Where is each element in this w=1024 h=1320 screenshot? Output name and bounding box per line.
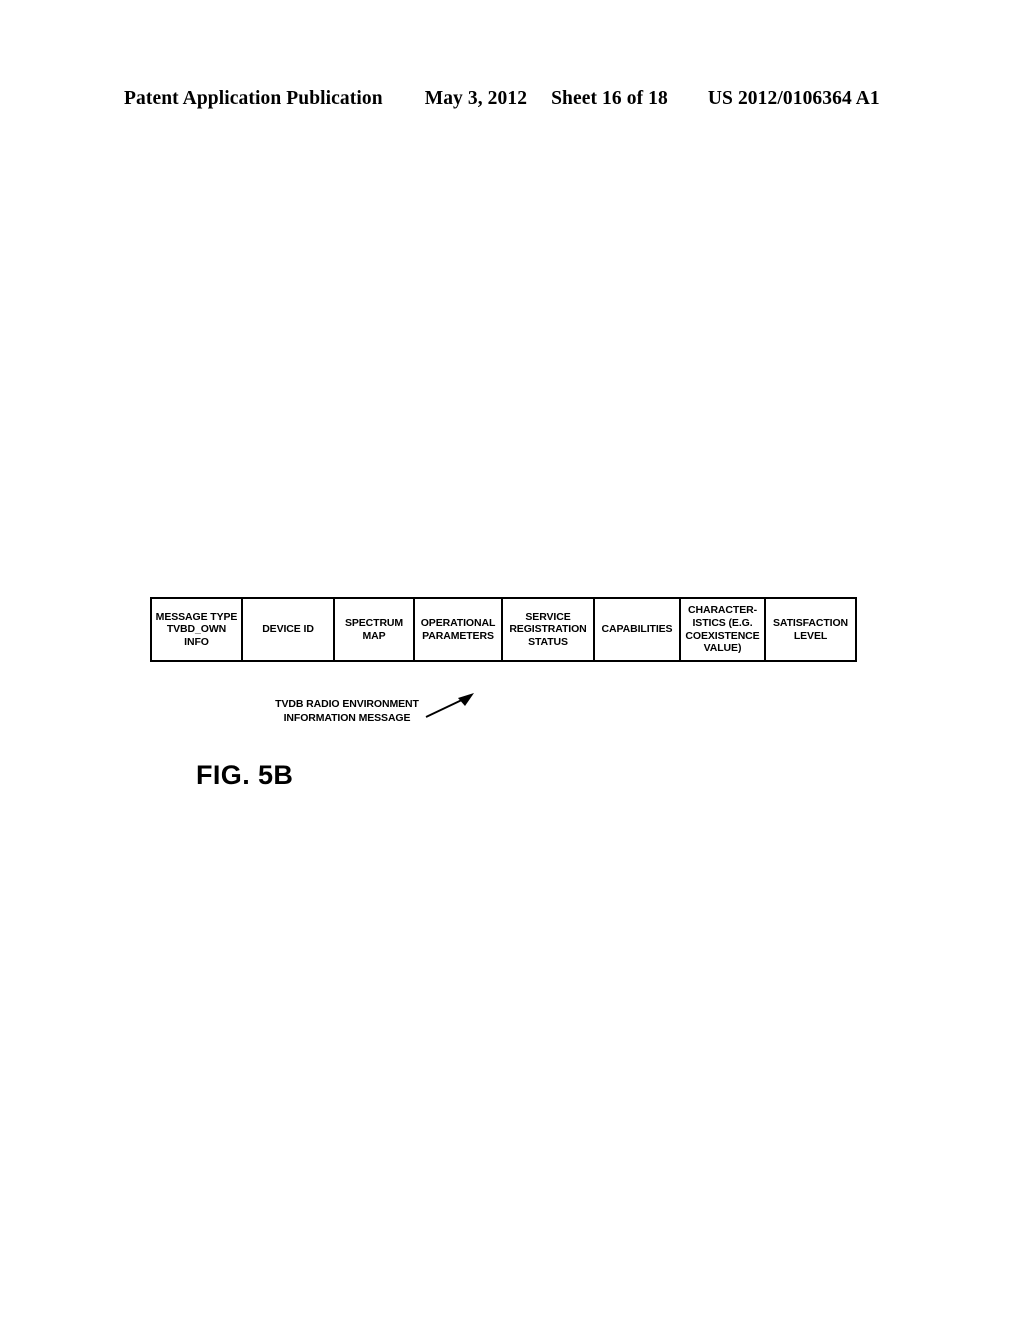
table-cell-service-reg-status: SERVICE REGISTRATION STATUS (503, 599, 595, 660)
table-cell-device-id: DEVICE ID (243, 599, 335, 660)
page-header: Patent Application Publication May 3, 20… (124, 88, 914, 114)
callout-label: TVDB RADIO ENVIRONMENT INFORMATION MESSA… (262, 698, 432, 725)
sheet-number: Sheet 16 of 18 (551, 88, 668, 109)
publication-title: Patent Application Publication (124, 88, 383, 109)
table-cell-characteristics: CHARACTER-ISTICS (E.G. COEXISTENCE VALUE… (681, 599, 766, 660)
message-format-table: MESSAGE TYPE TVBD_OWN INFO DEVICE ID SPE… (150, 597, 857, 662)
leader-arrow-icon (425, 693, 474, 718)
callout-line-2: INFORMATION MESSAGE (283, 711, 411, 724)
table-cell-spectrum-map: SPECTRUM MAP (335, 599, 415, 660)
callout-line-1: TVDB RADIO ENVIRONMENT (275, 698, 419, 710)
table-cell-operational-params: OPERATIONAL PARAMETERS (415, 599, 503, 660)
table-cell-capabilities: CAPABILITIES (595, 599, 681, 660)
publication-date: May 3, 2012 (424, 88, 528, 109)
document-number: US 2012/0106364 A1 (707, 88, 880, 109)
table-cell-message-type: MESSAGE TYPE TVBD_OWN INFO (152, 599, 243, 660)
figure-label: FIG. 5B (196, 760, 294, 790)
table-cell-satisfaction-level: SATISFACTION LEVEL (772, 616, 849, 642)
